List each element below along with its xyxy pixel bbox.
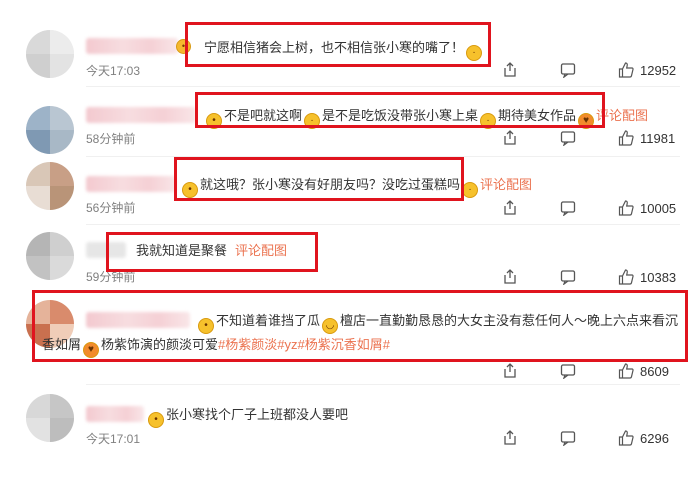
- comment-icon[interactable]: [560, 269, 576, 285]
- avatar[interactable]: [26, 232, 74, 280]
- comment-actions: 12952: [502, 61, 680, 79]
- highlight-box: [185, 22, 491, 67]
- like-count: 12952: [640, 62, 677, 78]
- comment-image-link[interactable]: 评论配图: [480, 177, 532, 192]
- highlight-box: [106, 232, 318, 272]
- username-blurred[interactable]: [86, 107, 196, 123]
- comment-icon[interactable]: [560, 430, 576, 446]
- crying-face-icon: ·: [462, 182, 479, 198]
- highlight-box: [195, 92, 605, 128]
- comment-icon[interactable]: [560, 363, 576, 379]
- username-blurred[interactable]: [86, 38, 178, 54]
- share-icon[interactable]: [502, 200, 518, 216]
- comment-actions: 10005: [502, 199, 680, 217]
- like-count: 10005: [640, 200, 677, 216]
- comment-actions: 11981: [502, 129, 680, 147]
- share-icon[interactable]: [502, 363, 518, 379]
- like-icon[interactable]: [618, 269, 634, 285]
- share-icon[interactable]: [502, 269, 518, 285]
- like-icon[interactable]: [618, 62, 634, 78]
- like-icon[interactable]: [618, 430, 634, 446]
- comment-icon[interactable]: [560, 62, 576, 78]
- highlight-box: [32, 290, 688, 362]
- comment-body: 张小寒找个厂子上班都没人要吧: [166, 407, 349, 422]
- like-count: 10383: [640, 269, 677, 285]
- like-icon[interactable]: [618, 363, 634, 379]
- comment-time: 56分钟前: [86, 201, 136, 215]
- like-icon[interactable]: [618, 200, 634, 216]
- comment-time: 今天17:03: [86, 64, 141, 78]
- share-icon[interactable]: [502, 430, 518, 446]
- comment-actions: 6296: [502, 429, 680, 447]
- like-count: 6296: [640, 430, 669, 446]
- comment-time: 今天17:01: [86, 432, 141, 446]
- avatar[interactable]: [26, 106, 74, 154]
- comment-icon[interactable]: [560, 200, 576, 216]
- avatar[interactable]: [26, 394, 74, 442]
- username-blurred[interactable]: [86, 406, 144, 422]
- comment-icon[interactable]: [560, 130, 576, 146]
- comment-text: • 张小寒找个厂子上班都没人要吧: [146, 404, 348, 428]
- like-icon[interactable]: [618, 130, 634, 146]
- like-count: 8609: [640, 363, 669, 379]
- avatar[interactable]: [26, 30, 74, 78]
- comment-time: 58分钟前: [86, 132, 136, 146]
- share-icon[interactable]: [502, 62, 518, 78]
- share-icon[interactable]: [502, 130, 518, 146]
- like-count: 11981: [640, 130, 676, 146]
- username-blurred[interactable]: [86, 176, 176, 192]
- highlight-box: [174, 157, 464, 201]
- user-badge-icon: •: [148, 412, 164, 428]
- comment-actions: 10383: [502, 268, 680, 286]
- comment-actions: 8609: [502, 362, 680, 380]
- avatar[interactable]: [26, 162, 74, 210]
